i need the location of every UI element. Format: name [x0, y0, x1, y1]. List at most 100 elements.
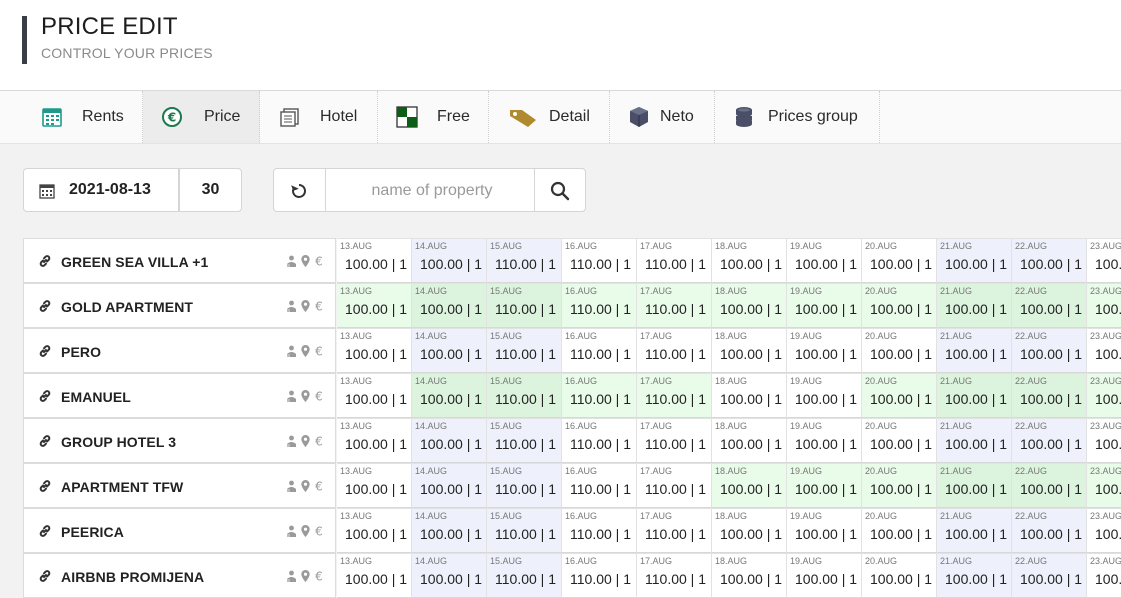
price-cell[interactable]: 13.AUG 100.00 | 1 — [337, 238, 412, 283]
price-cell[interactable]: 19.AUG 100.00 | 1 — [787, 283, 862, 328]
price-cell[interactable]: 22.AUG 100.00 | 1 — [1012, 418, 1087, 463]
property-name[interactable]: EMANUEL — [61, 389, 131, 405]
price-cell[interactable]: 22.AUG 100.00 | 1 — [1012, 508, 1087, 553]
link-icon[interactable] — [38, 434, 52, 453]
tab-price[interactable]: € Price — [143, 91, 260, 143]
price-cell[interactable]: 22.AUG 100.00 | 1 — [1012, 463, 1087, 508]
price-cell[interactable]: 16.AUG 110.00 | 1 — [562, 238, 637, 283]
price-cell[interactable]: 21.AUG 100.00 | 1 — [937, 238, 1012, 283]
person-icon[interactable] — [286, 524, 297, 542]
price-cell[interactable]: 18.AUG 100.00 | 1 — [712, 283, 787, 328]
price-cell[interactable]: 15.AUG 110.00 | 1 — [487, 553, 562, 598]
tab-detail[interactable]: Detail — [489, 91, 610, 143]
price-cell[interactable]: 13.AUG 100.00 | 1 — [337, 283, 412, 328]
link-icon[interactable] — [38, 479, 52, 498]
property-name[interactable]: GROUP HOTEL 3 — [61, 434, 176, 450]
price-cell[interactable]: 21.AUG 100.00 | 1 — [937, 463, 1012, 508]
price-cell[interactable]: 19.AUG 100.00 | 1 — [787, 328, 862, 373]
price-cell[interactable]: 13.AUG 100.00 | 1 — [337, 508, 412, 553]
property-name[interactable]: PERO — [61, 344, 101, 360]
price-cell[interactable]: 22.AUG 100.00 | 1 — [1012, 553, 1087, 598]
price-cell[interactable]: 20.AUG 100.00 | 1 — [862, 418, 937, 463]
price-cell[interactable]: 20.AUG 100.00 | 1 — [862, 328, 937, 373]
price-cell[interactable]: 16.AUG 110.00 | 1 — [562, 463, 637, 508]
price-cell[interactable]: 18.AUG 100.00 | 1 — [712, 238, 787, 283]
property-name[interactable]: AIRBNB PROMIJENA — [61, 569, 204, 585]
price-cell[interactable]: 18.AUG 100.00 | 1 — [712, 508, 787, 553]
property-name[interactable]: APARTMENT TFW — [61, 479, 183, 495]
price-cell[interactable]: 21.AUG 100.00 | 1 — [937, 553, 1012, 598]
price-cell[interactable]: 21.AUG 100.00 | 1 — [937, 373, 1012, 418]
price-cell[interactable]: 13.AUG 100.00 | 1 — [337, 463, 412, 508]
euro-icon[interactable]: € — [314, 524, 324, 542]
person-icon[interactable] — [286, 254, 297, 272]
price-cell[interactable]: 23.AUG 100. — [1087, 508, 1121, 553]
price-cell[interactable]: 20.AUG 100.00 | 1 — [862, 238, 937, 283]
price-cell[interactable]: 16.AUG 110.00 | 1 — [562, 418, 637, 463]
price-cell[interactable]: 15.AUG 110.00 | 1 — [487, 373, 562, 418]
price-cell[interactable]: 19.AUG 100.00 | 1 — [787, 463, 862, 508]
price-cell[interactable]: 13.AUG 100.00 | 1 — [337, 418, 412, 463]
price-cell[interactable]: 21.AUG 100.00 | 1 — [937, 328, 1012, 373]
price-cell[interactable]: 20.AUG 100.00 | 1 — [862, 553, 937, 598]
person-icon[interactable] — [286, 389, 297, 407]
price-cell[interactable]: 17.AUG 110.00 | 1 — [637, 238, 712, 283]
price-cell[interactable]: 16.AUG 110.00 | 1 — [562, 373, 637, 418]
euro-icon[interactable]: € — [314, 434, 324, 452]
price-cell[interactable]: 18.AUG 100.00 | 1 — [712, 373, 787, 418]
price-cell[interactable]: 16.AUG 110.00 | 1 — [562, 508, 637, 553]
link-icon[interactable] — [38, 254, 52, 273]
price-cell[interactable]: 19.AUG 100.00 | 1 — [787, 238, 862, 283]
location-pin-icon[interactable] — [301, 479, 310, 497]
price-cell[interactable]: 16.AUG 110.00 | 1 — [562, 328, 637, 373]
link-icon[interactable] — [38, 389, 52, 408]
person-icon[interactable] — [286, 479, 297, 497]
price-cell[interactable]: 23.AUG 100. — [1087, 373, 1121, 418]
euro-icon[interactable]: € — [314, 344, 324, 362]
price-cell[interactable]: 18.AUG 100.00 | 1 — [712, 328, 787, 373]
price-cell[interactable]: 19.AUG 100.00 | 1 — [787, 508, 862, 553]
euro-icon[interactable]: € — [314, 569, 324, 587]
price-cell[interactable]: 19.AUG 100.00 | 1 — [787, 553, 862, 598]
tab-rents[interactable]: Rents — [0, 91, 143, 143]
price-cell[interactable]: 17.AUG 110.00 | 1 — [637, 328, 712, 373]
price-cell[interactable]: 15.AUG 110.00 | 1 — [487, 508, 562, 553]
price-cell[interactable]: 22.AUG 100.00 | 1 — [1012, 238, 1087, 283]
price-cell[interactable]: 15.AUG 110.00 | 1 — [487, 283, 562, 328]
price-cell[interactable]: 20.AUG 100.00 | 1 — [862, 373, 937, 418]
price-cell[interactable]: 14.AUG 100.00 | 1 — [412, 553, 487, 598]
property-name[interactable]: GREEN SEA VILLA +1 — [61, 254, 208, 270]
price-cell[interactable]: 14.AUG 100.00 | 1 — [412, 283, 487, 328]
price-cell[interactable]: 16.AUG 110.00 | 1 — [562, 283, 637, 328]
price-cell[interactable]: 15.AUG 110.00 | 1 — [487, 418, 562, 463]
price-cell[interactable]: 15.AUG 110.00 | 1 — [487, 328, 562, 373]
price-cell[interactable]: 19.AUG 100.00 | 1 — [787, 418, 862, 463]
price-cell[interactable]: 15.AUG 110.00 | 1 — [487, 463, 562, 508]
search-button[interactable] — [534, 169, 586, 211]
date-picker[interactable]: 2021-08-13 — [23, 168, 179, 212]
euro-icon[interactable]: € — [314, 299, 324, 317]
price-cell[interactable]: 14.AUG 100.00 | 1 — [412, 328, 487, 373]
property-name[interactable]: GOLD APARTMENT — [61, 299, 193, 315]
price-cell[interactable]: 16.AUG 110.00 | 1 — [562, 553, 637, 598]
location-pin-icon[interactable] — [301, 524, 310, 542]
price-cell[interactable]: 23.AUG 100. — [1087, 418, 1121, 463]
link-icon[interactable] — [38, 569, 52, 588]
days-count-field[interactable]: 30 — [179, 168, 242, 212]
price-cell[interactable]: 14.AUG 100.00 | 1 — [412, 508, 487, 553]
price-cell[interactable]: 13.AUG 100.00 | 1 — [337, 553, 412, 598]
price-cell[interactable]: 21.AUG 100.00 | 1 — [937, 508, 1012, 553]
property-name[interactable]: PEERICA — [61, 524, 124, 540]
price-cell[interactable]: 22.AUG 100.00 | 1 — [1012, 328, 1087, 373]
location-pin-icon[interactable] — [301, 569, 310, 587]
link-icon[interactable] — [38, 344, 52, 363]
price-cell[interactable]: 23.AUG 100. — [1087, 238, 1121, 283]
price-cell[interactable]: 17.AUG 110.00 | 1 — [637, 553, 712, 598]
price-cell[interactable]: 23.AUG 100. — [1087, 553, 1121, 598]
price-cell[interactable]: 21.AUG 100.00 | 1 — [937, 283, 1012, 328]
location-pin-icon[interactable] — [301, 299, 310, 317]
euro-icon[interactable]: € — [314, 479, 324, 497]
price-cell[interactable]: 17.AUG 110.00 | 1 — [637, 463, 712, 508]
person-icon[interactable] — [286, 569, 297, 587]
price-cell[interactable]: 17.AUG 110.00 | 1 — [637, 373, 712, 418]
